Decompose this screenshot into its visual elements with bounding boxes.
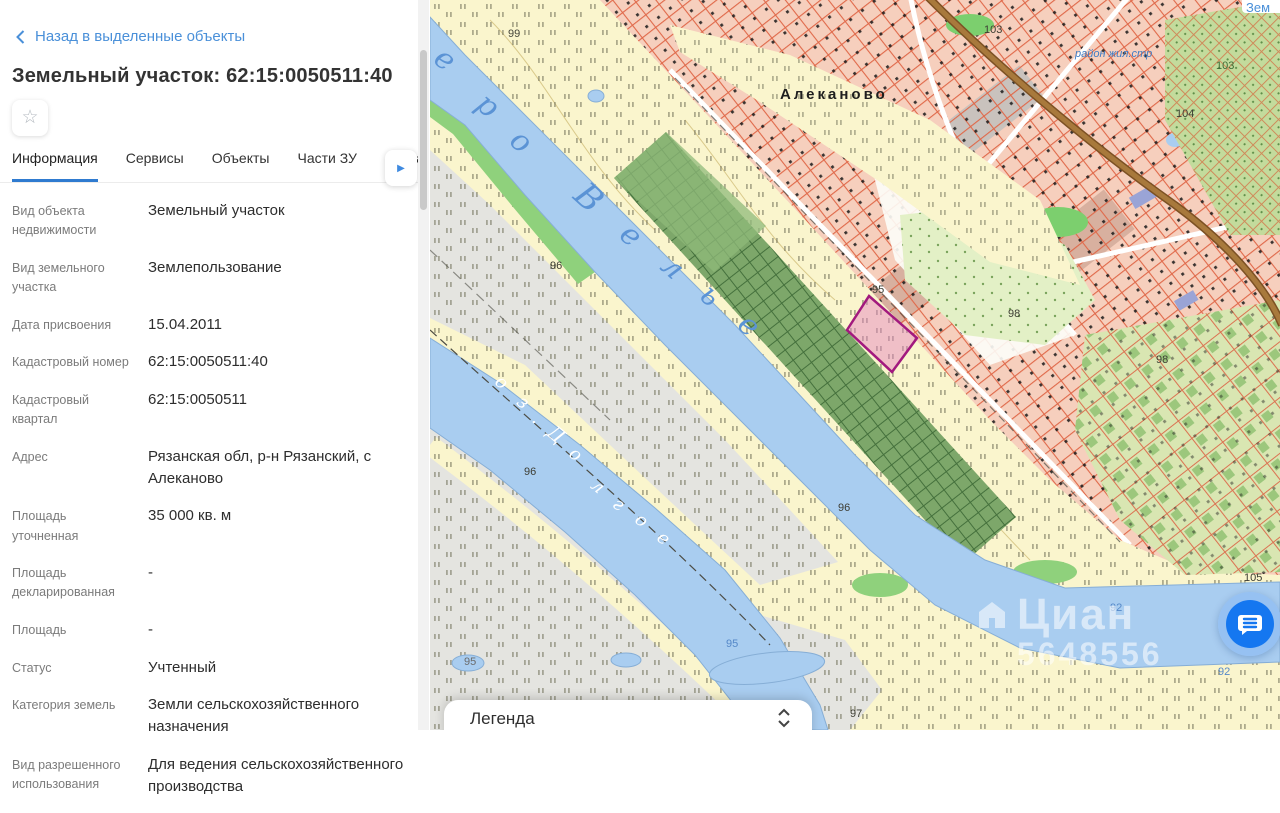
chat-bubble-icon <box>1237 611 1263 637</box>
tab-0[interactable]: Информация <box>12 150 98 182</box>
attribute-row: Вид земельного участка Землепользование <box>12 257 412 298</box>
attribute-row: Вид объекта недвижимости Земельный участо… <box>12 200 412 241</box>
topographic-map-canvas <box>430 0 1280 730</box>
attribute-row: Статус Учтенный <box>12 657 412 679</box>
tab-2[interactable]: Объекты <box>212 150 270 182</box>
legend-panel: Легенда <box>444 700 812 730</box>
attribute-label: Площадь уточненная <box>12 505 132 546</box>
chat-button[interactable] <box>1218 592 1280 656</box>
attribute-row: Площадь уточненная 35 000 кв. м <box>12 505 412 546</box>
attribute-row: Кадастровый номер 62:15:0050511:40 <box>12 351 412 373</box>
attribute-value: Земли сельскохозяйственного назначения <box>148 694 406 738</box>
attribute-label: Вид объекта недвижимости <box>12 200 132 241</box>
favorite-button[interactable]: ☆ <box>12 100 48 136</box>
attribute-value: Рязанская обл, р-н Рязанский, с Алеканов… <box>148 446 406 490</box>
attribute-label: Кадастровый номер <box>12 351 132 373</box>
attribute-value: 35 000 кв. м <box>148 505 406 546</box>
attribute-row: Площадь- <box>12 619 412 641</box>
attribute-row: Площадь декларированная- <box>12 562 412 603</box>
attribute-value: 62:15:0050511 <box>148 389 406 430</box>
chevron-up-down-icon <box>777 707 791 729</box>
attribute-value: Учтенный <box>148 657 406 679</box>
chat-button-inner <box>1226 600 1274 648</box>
tab-bar: ИнформацияСервисыОбъектыЧасти ЗУСоста <box>0 150 418 183</box>
tab-3[interactable]: Части ЗУ <box>297 150 356 182</box>
attribute-value: Земельный участок <box>148 200 406 241</box>
attribute-label: Кадастровый квартал <box>12 389 132 430</box>
page-title: Земельный участок: 62:15:0050511:40 <box>12 65 430 88</box>
attribute-label: Статус <box>12 657 132 679</box>
attribute-row: Кадастровый квартал 62:15:0050511 <box>12 389 412 430</box>
map[interactable]: 99АлекановоероВелье969696оз.Долгое959898… <box>430 0 1280 730</box>
panel-scrollbar <box>418 0 429 730</box>
back-link-label: Назад в выделенные объекты <box>35 28 245 45</box>
attribute-value: Землепользование <box>148 257 406 298</box>
legend-toggle-button[interactable] <box>774 706 794 730</box>
attribute-label: Площадь декларированная <box>12 562 132 603</box>
chevron-right-icon: ▶ <box>397 163 405 174</box>
attribute-value: - <box>148 562 406 603</box>
attribute-row: Вид разрешенного использования Для ведени… <box>12 754 412 798</box>
attribute-row: Адрес Рязанская обл, р-н Рязанский, с Але… <box>12 446 412 490</box>
attribute-label: Площадь <box>12 619 132 641</box>
chevron-left-icon <box>16 30 25 44</box>
attribute-label: Категория земель <box>12 694 132 738</box>
star-icon: ☆ <box>21 107 38 128</box>
attribute-label: Адрес <box>12 446 132 490</box>
attribute-label: Дата присвоения <box>12 314 132 336</box>
attribute-row: Дата присвоения 15.04.2011 <box>12 314 412 336</box>
parcel-info-panel: Назад в выделенные объекты Земельный уча… <box>0 0 430 730</box>
attribute-value: - <box>148 619 406 641</box>
back-link[interactable]: Назад в выделенные объекты <box>16 28 430 45</box>
legend-title: Легенда <box>470 709 535 729</box>
attribute-value: Для ведения сельскохозяйственного произв… <box>148 754 406 798</box>
attribute-label: Вид земельного участка <box>12 257 132 298</box>
attribute-value: 15.04.2011 <box>148 314 406 336</box>
tabs-scroll-right-button[interactable]: ▶ <box>385 150 417 186</box>
attribute-label: Вид разрешенного использования <box>12 754 132 798</box>
corner-cutoff-text: Зем <box>1242 0 1280 13</box>
tab-1[interactable]: Сервисы <box>126 150 184 182</box>
attribute-value: 62:15:0050511:40 <box>148 351 406 373</box>
attribute-row: Категория земель Земли сельскохозяйственн… <box>12 694 412 738</box>
panel-scrollbar-thumb[interactable] <box>420 50 427 210</box>
parcel-attributes: Вид объекта недвижимости Земельный участо… <box>12 200 412 813</box>
